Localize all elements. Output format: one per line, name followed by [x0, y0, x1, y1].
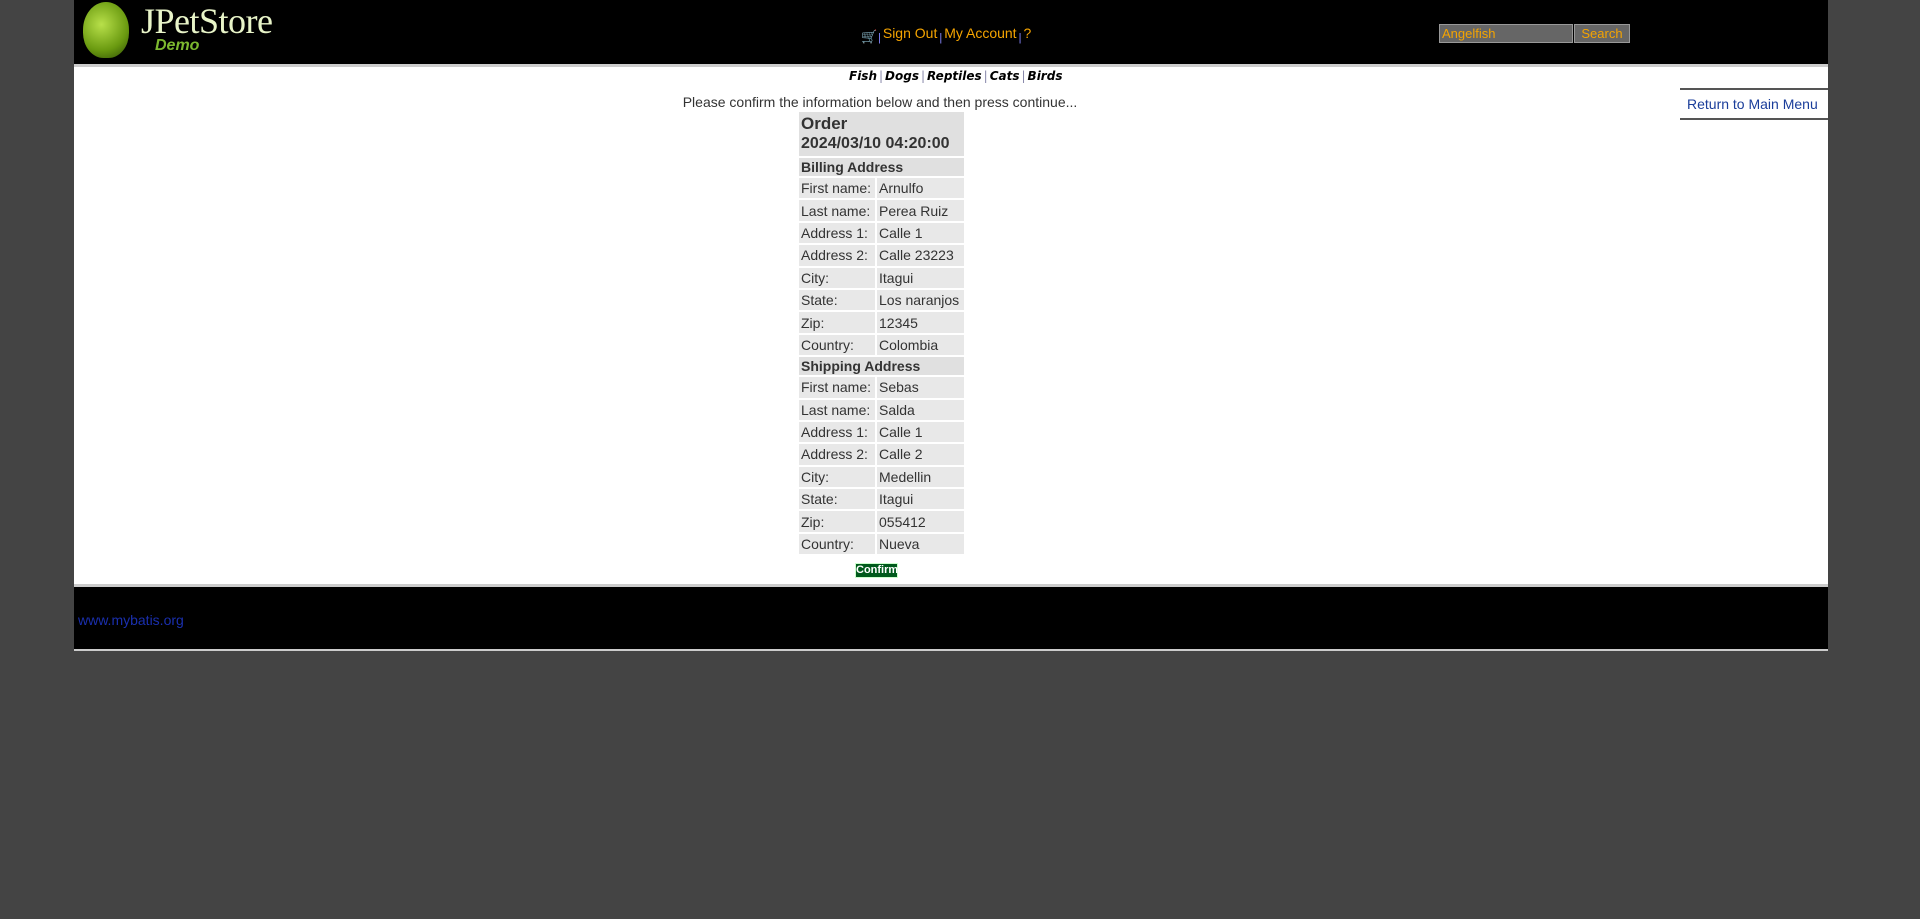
- shipping-row: First name: Sebas: [799, 377, 964, 398]
- separator: |: [939, 32, 943, 44]
- order-header: Order 2024/03/10 04:20:00: [799, 112, 964, 156]
- field-value: 12345: [877, 312, 964, 333]
- billing-row: State: Los naranjos: [799, 289, 964, 311]
- parrot-logo-icon: [83, 2, 129, 58]
- field-value: Itagui: [877, 267, 964, 288]
- shipping-row: Country: Nueva: [799, 533, 964, 555]
- field-value: Sebas: [877, 377, 964, 398]
- confirm-button[interactable]: Confirm: [855, 563, 898, 578]
- field-value: Salda: [877, 399, 964, 420]
- billing-row: Zip: 12345: [799, 312, 964, 333]
- order-table: Order 2024/03/10 04:20:00 Billing Address…: [797, 110, 966, 556]
- field-value: Perea Ruiz: [877, 200, 964, 221]
- search-button[interactable]: Search: [1574, 24, 1630, 43]
- separator: |: [1018, 32, 1022, 44]
- order-date: 2024/03/10 04:20:00: [801, 135, 950, 152]
- sign-out-link[interactable]: Sign Out: [883, 25, 937, 41]
- category-birds[interactable]: Birds: [1028, 69, 1063, 83]
- category-dogs[interactable]: Dogs: [885, 69, 919, 83]
- billing-row: Country: Colombia: [799, 334, 964, 356]
- category-fish[interactable]: Fish: [849, 69, 877, 83]
- field-label: First name:: [799, 377, 875, 398]
- shipping-row: Zip: 055412: [799, 511, 964, 532]
- field-value: Calle 1: [877, 222, 964, 244]
- mybatis-link[interactable]: www.mybatis.org: [78, 612, 184, 628]
- field-label: Country:: [799, 334, 875, 356]
- field-value: Calle 2: [877, 444, 964, 465]
- shipping-title: Shipping Address: [799, 357, 964, 376]
- field-label: Address 1:: [799, 222, 875, 244]
- my-account-link[interactable]: My Account: [944, 25, 1016, 41]
- billing-title: Billing Address: [799, 158, 964, 176]
- shipping-row: Address 2: Calle 2: [799, 444, 964, 465]
- field-label: City:: [799, 267, 875, 288]
- field-label: City:: [799, 466, 875, 488]
- field-value: Calle 23223: [877, 245, 964, 266]
- field-value: Arnulfo: [877, 178, 964, 199]
- field-label: State:: [799, 289, 875, 311]
- billing-row: Address 1: Calle 1: [799, 222, 964, 244]
- logo-sub: Demo: [155, 37, 200, 54]
- content: Fish | Dogs | Reptiles | Cats | Birds Return to …: [74, 67, 1828, 584]
- page-container: JPetStore Demo 🛒|Sign Out|My Account|? S…: [74, 0, 1828, 651]
- order-title: Order: [801, 114, 848, 133]
- billing-row: First name: Arnulfo: [799, 178, 964, 199]
- shipping-row: Last name: Salda: [799, 399, 964, 420]
- field-label: Last name:: [799, 200, 875, 221]
- separator: |: [878, 32, 881, 44]
- footer: www.mybatis.org: [74, 584, 1828, 651]
- billing-row: City: Itagui: [799, 267, 964, 288]
- header: JPetStore Demo 🛒|Sign Out|My Account|? S…: [74, 0, 1828, 67]
- top-menu: 🛒| Sign Out | My Account |?: [861, 25, 1031, 44]
- shipping-row: City: Medellin: [799, 466, 964, 488]
- confirm-message: Please confirm the information below and…: [682, 94, 1078, 110]
- shipping-row: State: Itagui: [799, 489, 964, 510]
- back-panel: Return to Main Menu: [1680, 88, 1828, 120]
- field-value: Colombia: [877, 334, 964, 356]
- cart-icon[interactable]: 🛒: [861, 29, 877, 44]
- category-nav: Fish | Dogs | Reptiles | Cats | Birds: [849, 69, 1063, 83]
- field-label: Zip:: [799, 312, 875, 333]
- search-form: Search: [1439, 24, 1630, 43]
- field-label: Country:: [799, 533, 875, 555]
- logo[interactable]: JPetStore Demo: [83, 1, 293, 60]
- shipping-row: Address 1: Calle 1: [799, 421, 964, 443]
- return-main-menu-link[interactable]: Return to Main Menu: [1687, 96, 1818, 112]
- category-cats[interactable]: Cats: [990, 69, 1020, 83]
- billing-row: Last name: Perea Ruiz: [799, 200, 964, 221]
- field-value: Calle 1: [877, 421, 964, 443]
- field-label: Address 1:: [799, 421, 875, 443]
- field-label: Zip:: [799, 511, 875, 532]
- category-reptiles[interactable]: Reptiles: [927, 69, 982, 83]
- field-value: Nueva: [877, 533, 964, 555]
- field-value: Los naranjos: [877, 289, 964, 311]
- field-label: First name:: [799, 178, 875, 199]
- billing-row: Address 2: Calle 23223: [799, 245, 964, 266]
- field-label: Last name:: [799, 399, 875, 420]
- field-value: Medellin: [877, 466, 964, 488]
- field-value: Itagui: [877, 489, 964, 510]
- field-label: Address 2:: [799, 444, 875, 465]
- field-label: State:: [799, 489, 875, 510]
- field-label: Address 2:: [799, 245, 875, 266]
- help-link[interactable]: ?: [1023, 25, 1031, 41]
- field-value: 055412: [877, 511, 964, 532]
- search-input[interactable]: [1439, 24, 1573, 43]
- logo-name: JPetStore: [141, 1, 273, 41]
